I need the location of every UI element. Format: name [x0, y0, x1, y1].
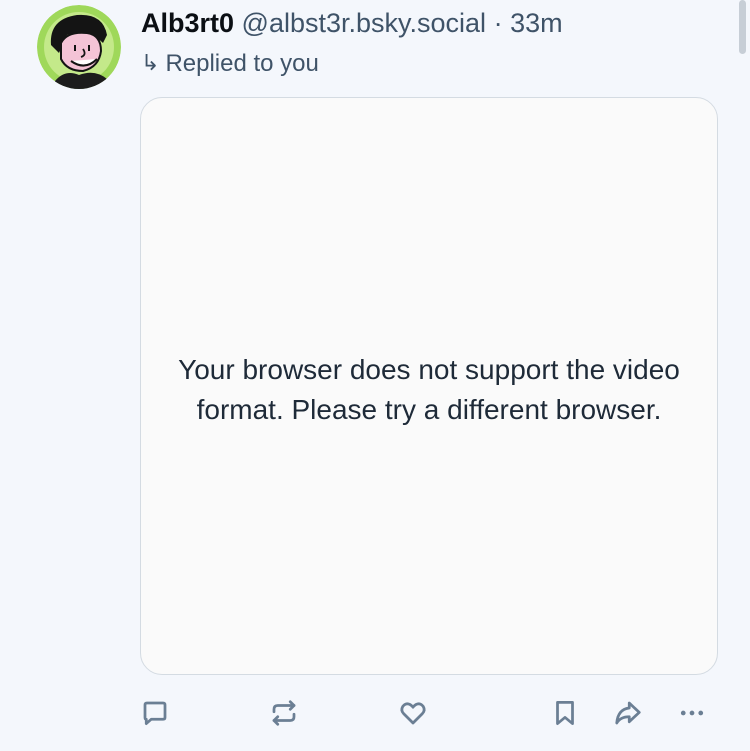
reply-button[interactable]	[137, 695, 173, 731]
post-actions	[0, 695, 750, 731]
repost-button[interactable]	[266, 695, 302, 731]
more-options-button[interactable]	[674, 695, 710, 731]
repost-arrows-icon	[272, 700, 296, 726]
heart-icon	[400, 702, 426, 725]
like-button[interactable]	[395, 695, 431, 731]
scrollbar[interactable]	[739, 0, 746, 54]
reply-arrow-icon: ↳	[141, 50, 160, 75]
ellipsis-icon	[680, 710, 704, 716]
avatar[interactable]	[37, 5, 121, 89]
reply-context-text: Replied to you	[165, 50, 319, 77]
author-display-name[interactable]: Alb3rt0	[141, 8, 234, 38]
bookmark-button[interactable]	[547, 695, 583, 731]
share-button[interactable]	[610, 695, 646, 731]
video-fallback-message: Your browser does not support the video …	[178, 354, 680, 425]
author-handle[interactable]: @albst3r.bsky.social	[242, 8, 487, 38]
post-timestamp[interactable]: 33m	[510, 8, 563, 38]
bookmark-icon	[556, 701, 574, 725]
cartoon-face-avatar-icon	[37, 5, 121, 89]
header-separator: ·	[493, 8, 503, 38]
post-header: Alb3rt0 @albst3r.bsky.social · 33m	[141, 6, 563, 40]
speech-bubble-icon	[143, 701, 167, 725]
share-arrow-icon	[615, 701, 641, 725]
post-item[interactable]: Alb3rt0 @albst3r.bsky.social · 33m ↳ Repl…	[0, 0, 750, 751]
video-embed[interactable]: Your browser does not support the video …	[140, 97, 718, 675]
reply-context: ↳ Replied to you	[141, 49, 319, 79]
